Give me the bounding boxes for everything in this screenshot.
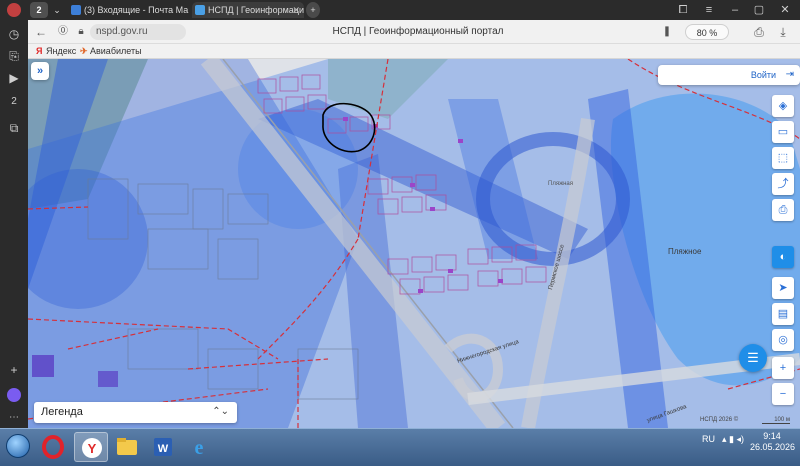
tabs-count-icon[interactable]: 2 xyxy=(4,92,24,112)
reader-icon[interactable]: ⎙ xyxy=(750,23,768,41)
browser-profile-icon[interactable] xyxy=(7,3,21,17)
ruler-icon[interactable]: ▭ xyxy=(772,121,794,143)
print-icon[interactable]: ⎙ xyxy=(772,199,794,221)
alice-assistant-icon[interactable] xyxy=(7,388,21,402)
lake-street-label: Пляжная xyxy=(548,181,573,187)
tab-mail[interactable]: (3) Входящие - Почта Ма xyxy=(68,2,190,18)
windows-orb-icon xyxy=(6,434,30,458)
downloads-toolbar-icon[interactable]: ⤓ xyxy=(774,23,792,41)
map-attribution: НСПД 2026 © xyxy=(700,417,739,423)
yandex-browser-taskbar-icon[interactable]: Y xyxy=(74,432,108,462)
screenshot-icon[interactable]: ⧉ xyxy=(4,118,24,138)
layers-icon[interactable]: ◈ xyxy=(772,95,794,117)
bookmark-avia[interactable]: ✈ Авиабилеты xyxy=(80,45,142,58)
svg-text:W: W xyxy=(158,443,169,455)
tab-dropdown-icon[interactable]: ⌄ xyxy=(50,2,64,18)
select-area-icon[interactable]: ⬚ xyxy=(772,147,794,169)
map-viewport[interactable]: Пляжное Пляжная Пермское шоссе Нижнегоро… xyxy=(28,59,800,428)
close-tab-icon[interactable]: ✕ xyxy=(292,2,300,18)
map-canvas[interactable] xyxy=(28,59,800,428)
yandex-id-icon[interactable]: ⓪ xyxy=(54,23,72,41)
rail-settings-icon[interactable]: ⋯ xyxy=(4,408,24,428)
taskbar: Y W e RU ▴ ▮ ◂) 9:14 26.05.2026 xyxy=(0,428,800,466)
updown-chevron-icon: ⌃⌄ xyxy=(212,406,229,417)
legend-select[interactable]: Легенда ⌃⌄ xyxy=(34,402,237,423)
bookmark-avia-label: Авиабилеты xyxy=(90,46,142,56)
system-tray: RU ▴ ▮ ◂) 9:14 26.05.2026 xyxy=(690,429,800,466)
tray-icons[interactable]: ▴ ▮ ◂) xyxy=(722,434,744,445)
ie-taskbar-icon[interactable]: e xyxy=(182,432,216,462)
back-icon[interactable]: ← xyxy=(32,23,50,41)
language-indicator[interactable]: RU xyxy=(702,434,715,444)
pond-label: Пляжное xyxy=(668,247,702,256)
new-tab-button[interactable]: + xyxy=(306,2,320,18)
zoom-value: 80 % xyxy=(696,28,718,38)
compass-icon[interactable]: ◎ xyxy=(772,329,794,351)
bookmark-yandex[interactable]: Я Яндекс xyxy=(36,45,76,58)
scale-bar: 100 м xyxy=(762,417,790,424)
media-icon[interactable]: ▶ xyxy=(4,68,24,88)
collections-icon[interactable]: ⧠ xyxy=(674,2,692,18)
page-title: НСПД | Геоинформационный портал xyxy=(332,26,504,37)
address-bar: ← ⓪ 🔒︎ nspd.gov.ru НСПД | Геоинформацион… xyxy=(28,20,800,44)
url-field[interactable]: nspd.gov.ru xyxy=(90,24,186,40)
downloads-icon[interactable]: ⎘ xyxy=(4,46,24,66)
tab-nspd-label: НСПД | Геоинформаци xyxy=(208,5,304,15)
mail-favicon-icon xyxy=(71,5,81,15)
avia-icon: ✈ xyxy=(80,46,88,56)
clock[interactable]: 9:14 26.05.2026 xyxy=(750,431,796,453)
tab-nspd[interactable]: НСПД | Геоинформаци ✕ xyxy=(192,2,304,18)
legend-label: Легенда xyxy=(41,406,83,418)
maximize-icon[interactable]: ▢ xyxy=(750,2,768,18)
assistant-logo-icon[interactable]: ◐ xyxy=(772,246,794,268)
tab-strip: 2 ⌄ (3) Входящие - Почта Ма НСПД | Геоин… xyxy=(28,0,800,20)
login-label: Войти xyxy=(750,70,776,80)
explorer-taskbar-icon[interactable] xyxy=(110,432,144,462)
bookmark-map-icon[interactable]: ▤ xyxy=(772,303,794,325)
clock-date: 26.05.2026 xyxy=(750,442,796,452)
nspd-favicon-icon xyxy=(195,5,205,15)
add-panel-icon[interactable]: + xyxy=(4,360,24,380)
login-icon: ⇥ xyxy=(785,69,794,80)
svg-text:e: e xyxy=(195,437,204,459)
chat-icon[interactable]: ☰ xyxy=(739,344,767,372)
bookmark-icon[interactable]: ❚ xyxy=(658,23,676,41)
lock-icon[interactable]: 🔒︎ xyxy=(72,23,90,41)
tab-counter[interactable]: 2 xyxy=(30,2,48,18)
history-icon[interactable]: ◷ xyxy=(4,24,24,44)
zoom-in-icon[interactable]: + xyxy=(772,357,794,379)
opera-taskbar-icon[interactable] xyxy=(36,432,70,462)
start-button[interactable] xyxy=(4,431,32,463)
bookmark-yandex-label: Яндекс xyxy=(46,46,77,56)
login-button[interactable]: Войти ⇥ xyxy=(658,65,800,85)
locate-icon[interactable]: ➤ xyxy=(772,277,794,299)
share-icon[interactable]: ⤴ xyxy=(772,173,794,195)
tab-mail-label: (3) Входящие - Почта Ма xyxy=(84,5,189,15)
clock-time: 9:14 xyxy=(763,431,781,441)
menu-icon[interactable]: ≡ xyxy=(700,2,718,18)
expand-panel-button[interactable]: » xyxy=(31,62,49,80)
close-window-icon[interactable]: ✕ xyxy=(776,2,794,18)
zoom-out-icon[interactable]: − xyxy=(772,383,794,405)
yandex-icon: Я xyxy=(36,46,43,56)
minimize-icon[interactable]: – xyxy=(726,2,744,18)
zoom-indicator[interactable]: 80 % xyxy=(685,24,729,40)
word-taskbar-icon[interactable]: W xyxy=(146,432,180,462)
bookmarks-bar: Я Яндекс ✈ Авиабилеты xyxy=(28,44,800,59)
svg-text:Y: Y xyxy=(88,441,97,456)
browser-sidebar: ◷ ⎘ ▶ 2 ⧉ + ⋯ xyxy=(0,0,28,428)
